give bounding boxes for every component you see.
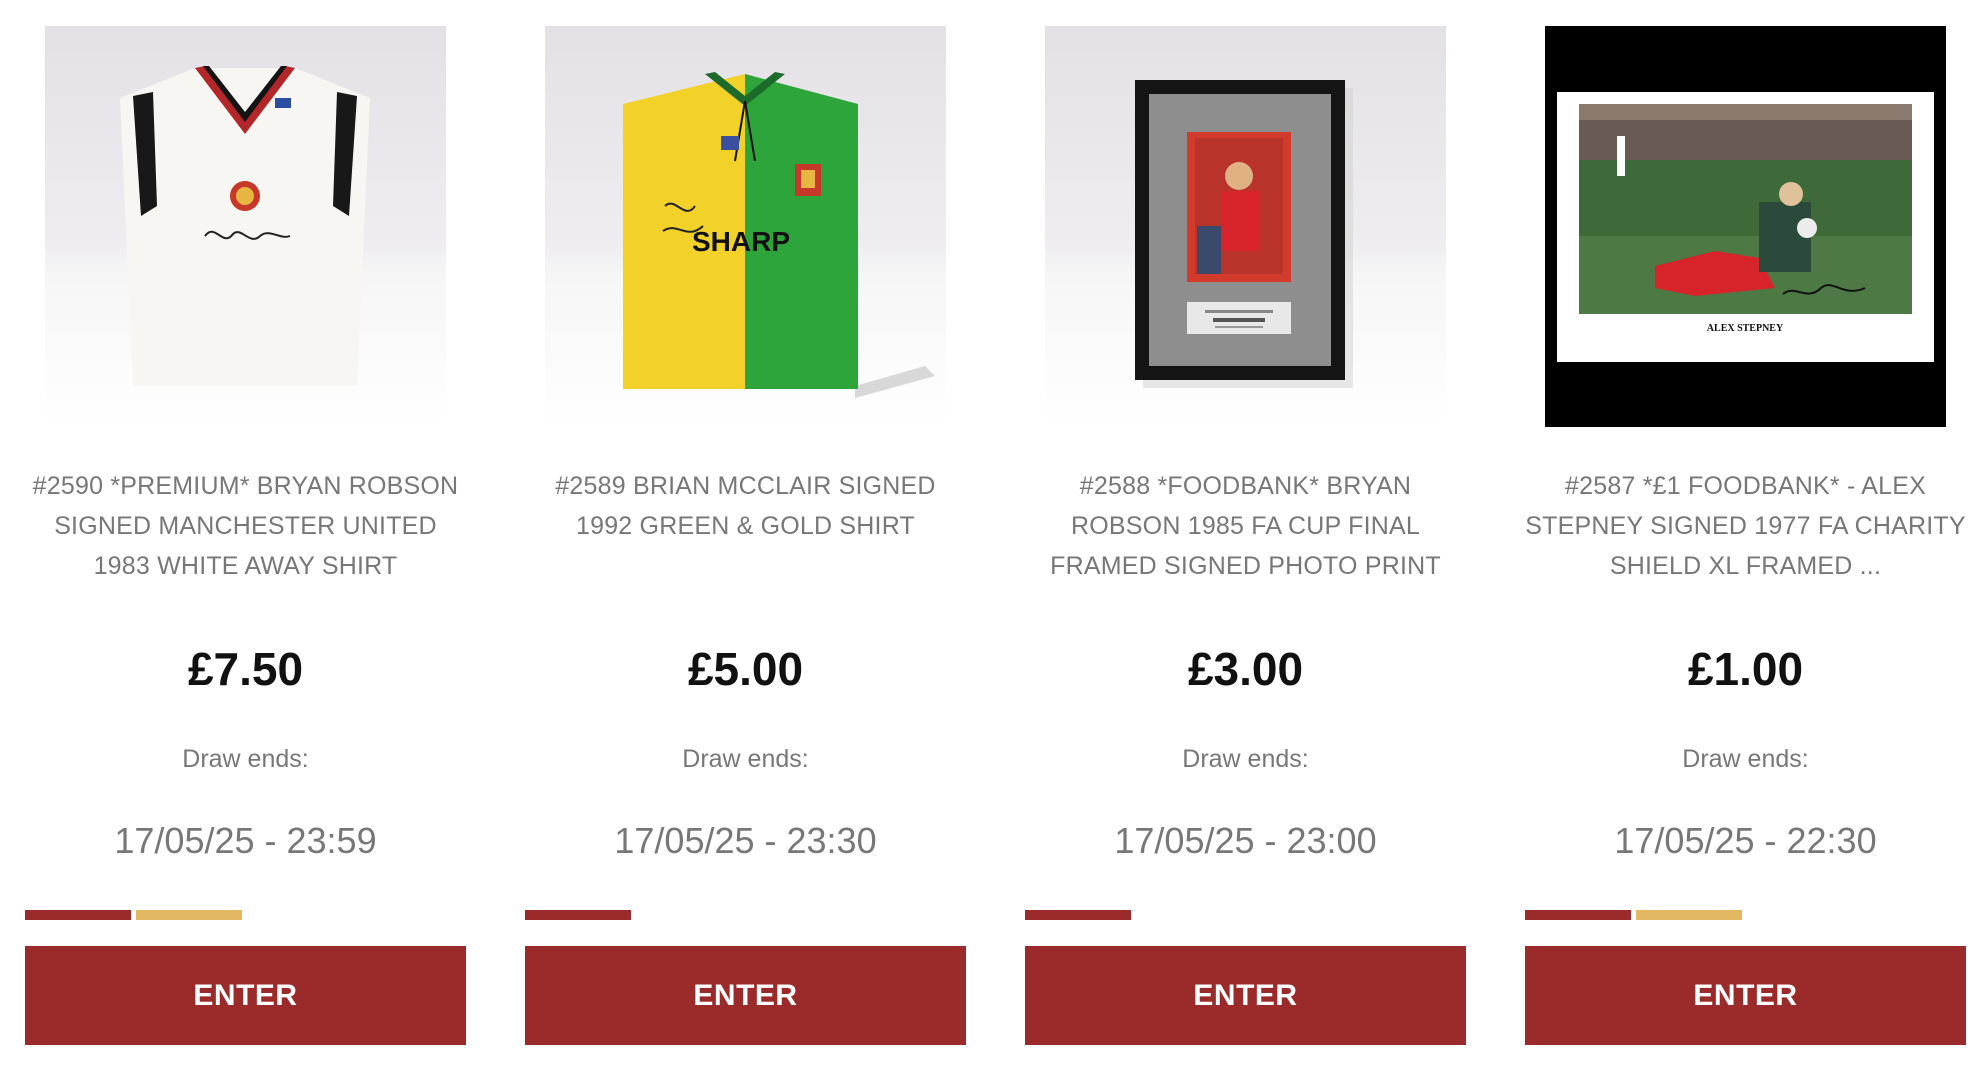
competition-grid: #2590 *PREMIUM* BRYAN ROBSON SIGNED MANC…: [0, 0, 1982, 1076]
ticket-progress-bar: [525, 910, 966, 920]
enter-button[interactable]: ENTER: [25, 946, 466, 1045]
product-image-link[interactable]: [45, 26, 446, 427]
progress-segment: [247, 910, 353, 920]
competition-title[interactable]: #2588 *FOODBANK* BRYAN ROBSON 1985 FA CU…: [1025, 466, 1466, 586]
draw-ends-label: Draw ends:: [1182, 745, 1309, 773]
draw-end-date: 17/05/25 - 23:00: [1114, 820, 1377, 861]
draw-end-date: 17/05/25 - 23:30: [614, 820, 877, 861]
signed-xl-framed-print-image: ALEX STEPNEY: [1545, 26, 1946, 427]
signed-white-away-shirt-image: [45, 26, 446, 427]
enter-button[interactable]: ENTER: [1025, 946, 1466, 1045]
signed-green-gold-shirt-image: SHARP: [545, 26, 946, 427]
progress-segment: [858, 910, 964, 920]
ticket-progress-bar: [25, 910, 466, 920]
draw-ends-label: Draw ends:: [682, 745, 809, 773]
competition-card: SHARP #2589 BRIAN MCCLAIR SIGNED 1992 GR…: [525, 0, 966, 1076]
enter-button[interactable]: ENTER: [525, 946, 966, 1045]
ticket-price: £7.50: [187, 643, 304, 695]
ticket-progress-bar: [1525, 910, 1966, 920]
progress-segment: [25, 910, 131, 920]
competition-title[interactable]: #2589 BRIAN MCCLAIR SIGNED 1992 GREEN & …: [525, 466, 966, 546]
progress-segment: [1358, 910, 1464, 920]
product-image-link[interactable]: [1045, 26, 1446, 427]
competition-card: #2588 *FOODBANK* BRYAN ROBSON 1985 FA CU…: [1025, 0, 1466, 1076]
competition-title[interactable]: #2587 *£1 FOODBANK* - ALEX STEPNEY SIGNE…: [1525, 466, 1966, 586]
progress-segment: [525, 910, 631, 920]
draw-end-date: 17/05/25 - 23:59: [114, 820, 377, 861]
progress-segment: [1136, 910, 1242, 920]
progress-segment: [1247, 910, 1353, 920]
progress-segment: [1858, 910, 1964, 920]
ticket-price: £3.00: [1187, 643, 1304, 695]
progress-segment: [358, 910, 464, 920]
framed-photo-print-image: [1045, 26, 1446, 427]
enter-button[interactable]: ENTER: [1525, 946, 1966, 1045]
ticket-price: £1.00: [1687, 643, 1804, 695]
progress-segment: [1025, 910, 1131, 920]
competition-card: #2590 *PREMIUM* BRYAN ROBSON SIGNED MANC…: [25, 0, 466, 1076]
draw-ends-label: Draw ends:: [1682, 745, 1809, 773]
draw-end-date: 17/05/25 - 22:30: [1614, 820, 1877, 861]
competition-title[interactable]: #2590 *PREMIUM* BRYAN ROBSON SIGNED MANC…: [25, 466, 466, 586]
ticket-price: £5.00: [687, 643, 804, 695]
ticket-progress-bar: [1025, 910, 1466, 920]
product-image-link[interactable]: SHARP: [545, 26, 946, 427]
image-caption-text: ALEX STEPNEY: [1707, 323, 1784, 334]
product-image-link[interactable]: ALEX STEPNEY: [1545, 26, 1946, 427]
progress-segment: [136, 910, 242, 920]
draw-ends-label: Draw ends:: [182, 745, 309, 773]
progress-segment: [636, 910, 742, 920]
progress-segment: [1525, 910, 1631, 920]
svg-text:SHARP: SHARP: [692, 226, 790, 257]
progress-segment: [1747, 910, 1853, 920]
progress-segment: [747, 910, 853, 920]
progress-segment: [1636, 910, 1742, 920]
competition-card: ALEX STEPNEY #2587 *£1 FOODBANK* - ALEX …: [1525, 0, 1966, 1076]
